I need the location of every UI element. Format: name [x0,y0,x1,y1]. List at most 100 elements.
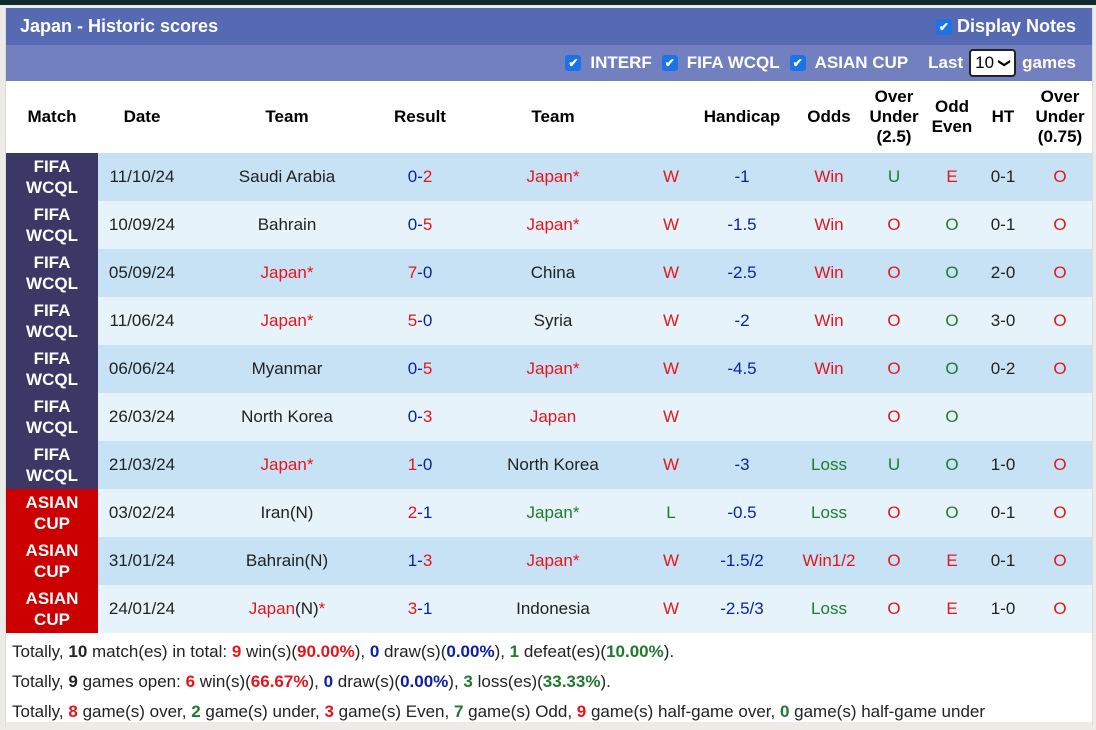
handicap: -2 [688,297,796,345]
home-team[interactable]: Myanmar [186,345,388,393]
col-header-wl [654,81,688,153]
over-under-2-5: O [862,297,926,345]
cell-text: WCQL [26,274,78,293]
summary-text: ), [494,642,510,661]
table-row[interactable]: FIFA WCQL 06/06/24 Myanmar 0-5 Japan* W -4.5 Win… [6,345,1092,393]
match-date: 11/10/24 [98,153,186,201]
cell-text: * [306,455,314,474]
filter-fifa-wcql[interactable]: ✔ FIFA WCQL [661,53,780,73]
result-score[interactable]: 0-3 [388,393,452,441]
match-badge[interactable]: FIFA WCQL [6,345,98,393]
result-score[interactable]: 0-2 [388,153,452,201]
cell-text: FIFA [33,205,71,224]
display-notes-toggle[interactable]: ✔ Display Notes [935,16,1076,37]
away-team[interactable]: Japan* [452,201,654,249]
away-team[interactable]: Japan [452,393,654,441]
away-team[interactable]: Japan* [452,153,654,201]
home-team[interactable]: North Korea [186,393,388,441]
half-time-score: 0-1 [978,489,1028,537]
home-team[interactable]: Saudi Arabia [186,153,388,201]
table-row[interactable]: ASIAN CUP 24/01/24 Japan(N)* 3-1 Indonesia W -2… [6,585,1092,633]
table-row[interactable]: FIFA WCQL 21/03/24 Japan* 1-0 North Korea W -3 L… [6,441,1092,489]
cell-text: * [572,215,580,234]
home-team[interactable]: Bahrain [186,201,388,249]
cell-text: WCQL [26,226,78,245]
cell-text: FIFA [33,253,71,272]
summary-text: game(s) Odd, [463,702,577,721]
filter-asian-cup[interactable]: ✔ ASIAN CUP [789,53,908,73]
over-under-0-75 [1028,393,1092,441]
checkbox-checked-icon[interactable]: ✔ [661,55,678,71]
match-badge[interactable]: FIFA WCQL [6,441,98,489]
win-loss: W [654,153,688,201]
match-badge[interactable]: ASIAN CUP [6,537,98,585]
away-team[interactable]: Indonesia [452,585,654,633]
table-row[interactable]: ASIAN CUP 31/01/24 Bahrain(N) 1-3 Japan* W -1.5… [6,537,1092,585]
summary-text: loss(es)( [472,672,543,691]
result-score[interactable]: 5-0 [388,297,452,345]
handicap: -0.5 [688,489,796,537]
filter-bar: ✔ INTERF ✔ FIFA WCQL ✔ ASIAN CUP Last 10… [6,45,1092,81]
cell-text: FIFA [33,349,71,368]
away-team[interactable]: North Korea [452,441,654,489]
cell-text: 5 [422,359,433,378]
home-team[interactable]: Bahrain(N) [186,537,388,585]
col-header-home-team: Team [186,81,388,153]
cell-text: Japan [260,263,307,282]
home-team[interactable]: Japan* [186,441,388,489]
cell-text: * [306,311,314,330]
result-score[interactable]: 1-0 [388,441,452,489]
half-time-score: 3-0 [978,297,1028,345]
table-row[interactable]: FIFA WCQL 11/10/24 Saudi Arabia 0-2 Japan* W -1… [6,153,1092,201]
away-team[interactable]: Japan* [452,489,654,537]
win-loss: W [654,249,688,297]
cell-text: 0 [407,215,418,234]
home-team[interactable]: Japan(N)* [186,585,388,633]
away-team[interactable]: Syria [452,297,654,345]
odd-even: O [926,249,978,297]
result-score[interactable]: 0-5 [388,345,452,393]
table-row[interactable]: FIFA WCQL 10/09/24 Bahrain 0-5 Japan* W -1.5 Win… [6,201,1092,249]
col-header-away-team: Team [452,81,654,153]
match-badge[interactable]: FIFA WCQL [6,201,98,249]
checkbox-checked-icon[interactable]: ✔ [935,18,952,35]
table-row[interactable]: FIFA WCQL 26/03/24 North Korea 0-3 Japan W O O [6,393,1092,441]
cell-text: WCQL [26,322,78,341]
table-row[interactable]: FIFA WCQL 11/06/24 Japan* 5-0 Syria W -2 Win O O 3-… [6,297,1092,345]
games-count-select[interactable]: 10 ❯ [969,49,1017,77]
away-team[interactable]: Japan* [452,345,654,393]
away-team[interactable]: Japan* [452,537,654,585]
summary-value: 7 [453,702,464,721]
last-label: Last [928,53,964,72]
checkbox-checked-icon[interactable]: ✔ [789,55,806,71]
odd-even: O [926,201,978,249]
match-badge[interactable]: FIFA WCQL [6,297,98,345]
result-score[interactable]: 2-1 [388,489,452,537]
summary-value: 6 [185,672,196,691]
summary-text: game(s) over, [77,702,192,721]
filter-interf[interactable]: ✔ INTERF [565,53,652,73]
match-badge[interactable]: ASIAN CUP [6,585,98,633]
home-team[interactable]: Iran(N) [186,489,388,537]
away-team[interactable]: China [452,249,654,297]
result-score[interactable]: 1-3 [388,537,452,585]
over-under-0-75: O [1028,489,1092,537]
result-score[interactable]: 0-5 [388,201,452,249]
match-badge[interactable]: ASIAN CUP [6,489,98,537]
match-badge[interactable]: FIFA WCQL [6,249,98,297]
cell-text: Japan [526,215,573,234]
summary-text: game(s) Even, [333,702,454,721]
table-row[interactable]: FIFA WCQL 05/09/24 Japan* 7-0 China W -2.5 Win O O… [6,249,1092,297]
odds-result: Win [796,345,862,393]
cell-text: Japan [526,503,573,522]
home-team[interactable]: Japan* [186,249,388,297]
result-score[interactable]: 7-0 [388,249,452,297]
odds-result: Win1/2 [796,537,862,585]
table-row[interactable]: ASIAN CUP 03/02/24 Iran(N) 2-1 Japan* L -0.5 Los… [6,489,1092,537]
match-badge[interactable]: FIFA WCQL [6,153,98,201]
checkbox-checked-icon[interactable]: ✔ [565,55,582,71]
cell-text: 1 [422,503,433,522]
match-badge[interactable]: FIFA WCQL [6,393,98,441]
result-score[interactable]: 3-1 [388,585,452,633]
home-team[interactable]: Japan* [186,297,388,345]
